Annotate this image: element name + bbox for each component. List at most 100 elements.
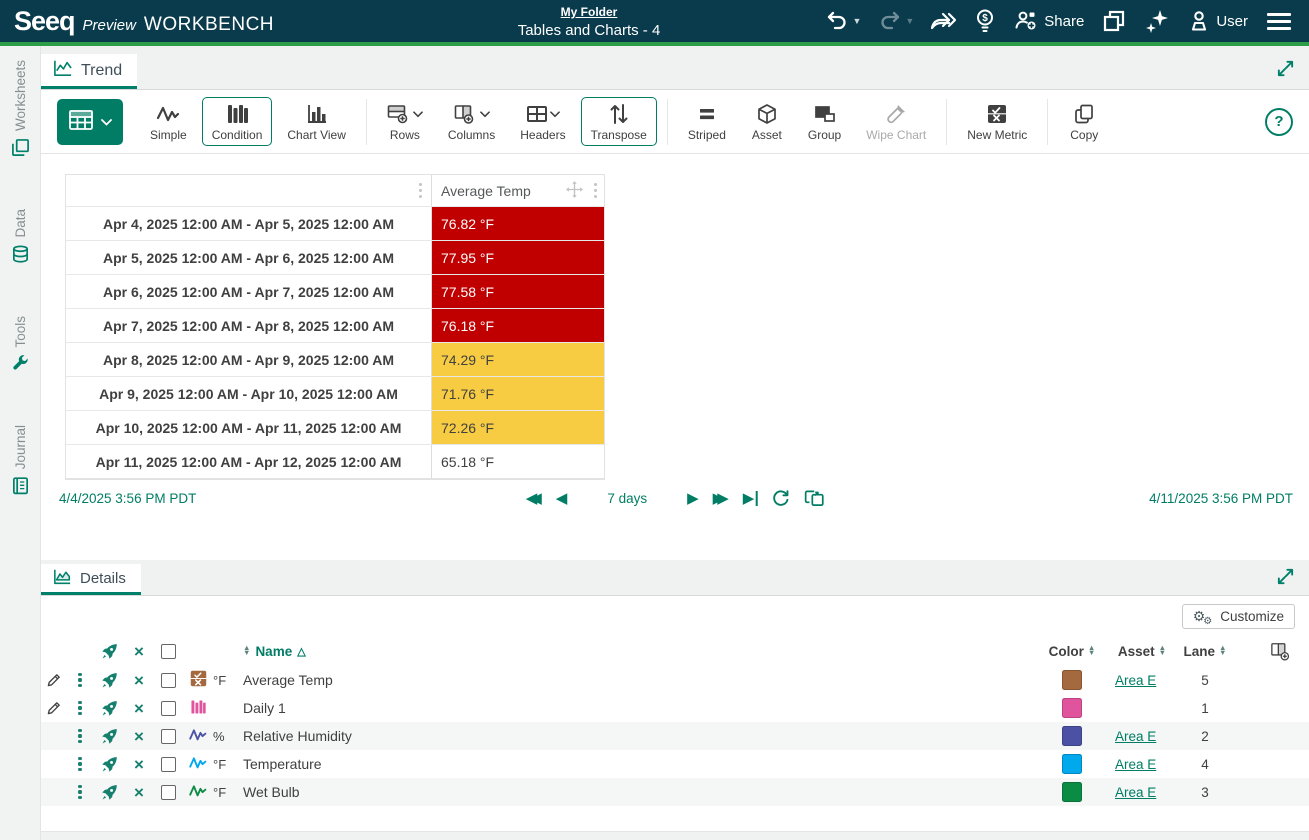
toolbar-headers-button[interactable]: Headers — [510, 97, 575, 146]
remove-item-icon[interactable]: × — [134, 700, 144, 717]
rail-item-journal[interactable]: Journal — [11, 425, 30, 495]
ai-assistant-button[interactable] — [1144, 8, 1170, 34]
hamburger-menu-button[interactable] — [1265, 11, 1293, 32]
rail-item-data[interactable]: Data — [11, 209, 30, 264]
rocket-icon[interactable] — [101, 784, 118, 801]
rail-item-tools[interactable]: Tools — [11, 316, 30, 374]
toolbar-wipe-chart-button[interactable]: Wipe Chart — [856, 97, 936, 146]
capsule-range-cell: Apr 6, 2025 12:00 AM - Apr 7, 2025 12:00… — [66, 275, 432, 308]
rocket-icon[interactable] — [101, 756, 118, 773]
refresh-icon[interactable] — [771, 489, 789, 507]
step-to-now-button[interactable]: ▶ — [743, 490, 758, 506]
item-name[interactable]: Daily 1 — [243, 700, 1037, 716]
lane-column-header[interactable]: Lane ▲ ▼ — [1177, 644, 1233, 659]
toolbar-condition-button[interactable]: Condition — [201, 97, 273, 146]
toolbar-chart-view-button[interactable]: Chart View — [277, 97, 355, 146]
sort-icon[interactable]: ▲ ▼ — [1088, 644, 1095, 656]
toolbar-rows-button[interactable]: Rows — [377, 97, 433, 146]
color-swatch[interactable] — [1062, 754, 1082, 774]
kebab-menu-icon[interactable] — [75, 698, 84, 719]
trend-expand-button[interactable] — [1276, 59, 1295, 81]
move-handle-icon[interactable] — [565, 180, 583, 201]
kebab-menu-icon[interactable] — [416, 180, 425, 201]
redo-button[interactable]: ▼ — [878, 9, 914, 33]
item-name[interactable]: Relative Humidity — [243, 728, 1037, 744]
sort-icon[interactable]: ▲ ▼ — [243, 644, 250, 656]
worksheets-overview-button[interactable] — [1101, 8, 1127, 34]
range-start-datetime[interactable]: 4/4/2025 3:56 PM PDT — [41, 491, 196, 506]
toolbar-asset-button[interactable]: Asset — [741, 97, 793, 146]
rocket-icon[interactable] — [101, 728, 118, 745]
remove-all-icon[interactable]: × — [134, 643, 144, 660]
remove-item-icon[interactable]: × — [134, 728, 144, 745]
row-checkbox[interactable] — [160, 784, 176, 800]
item-name[interactable]: Average Temp — [243, 672, 1037, 688]
color-column-header[interactable]: Color ▲ ▼ — [1037, 644, 1107, 659]
help-button[interactable]: ? — [1265, 107, 1293, 136]
details-row-temperature: × °F Temperature Area E 4 — [41, 750, 1309, 778]
seeq-logo[interactable]: Seeq Preview WORKBENCH — [0, 6, 274, 37]
asset-link[interactable]: Area E — [1115, 757, 1156, 772]
sort-icon[interactable]: ▲ ▼ — [1219, 644, 1226, 656]
duplicate-range-icon[interactable] — [803, 489, 824, 508]
customize-button[interactable]: ⚙⚙ Customize — [1181, 603, 1295, 629]
remove-item-icon[interactable]: × — [134, 756, 144, 773]
toolbar-simple-button[interactable]: Simple — [140, 97, 197, 146]
add-column-icon[interactable] — [1270, 642, 1291, 661]
edit-pencil-icon[interactable] — [46, 672, 62, 688]
forward-share-button[interactable] — [931, 9, 957, 33]
row-checkbox[interactable] — [160, 672, 176, 688]
tab-trend[interactable]: Trend — [41, 54, 138, 89]
row-checkbox[interactable] — [160, 756, 176, 772]
trend-panel: Trend Simple Condition Chart View Rows C… — [41, 46, 1309, 560]
asset-link[interactable]: Area E — [1115, 673, 1156, 688]
tab-details[interactable]: Details — [41, 564, 141, 595]
remove-item-icon[interactable]: × — [134, 672, 144, 689]
toolbar-striped-button[interactable]: Striped — [678, 97, 736, 146]
item-name[interactable]: Temperature — [243, 756, 1037, 772]
kebab-menu-icon[interactable] — [591, 180, 600, 201]
item-name[interactable]: Wet Bulb — [243, 784, 1037, 800]
details-expand-button[interactable] — [1276, 567, 1295, 589]
undo-button[interactable]: ▼ — [825, 9, 861, 33]
row-checkbox[interactable] — [160, 728, 176, 744]
rail-item-worksheets[interactable]: Worksheets — [11, 60, 30, 157]
toolbar-columns-button[interactable]: Columns — [438, 97, 505, 146]
name-column-header[interactable]: ▲ ▼ Name △ — [243, 644, 1037, 659]
toolbar-copy-button[interactable]: Copy — [1058, 97, 1110, 146]
step-back-half-button[interactable]: ◀ — [556, 491, 568, 506]
range-duration[interactable]: 7 days — [607, 491, 647, 506]
step-forward-full-button[interactable]: ▶▶ — [713, 491, 729, 506]
color-swatch[interactable] — [1062, 726, 1082, 746]
user-menu-button[interactable]: User — [1187, 9, 1248, 33]
share-button[interactable]: Share — [1013, 9, 1084, 33]
color-swatch[interactable] — [1062, 670, 1082, 690]
kebab-menu-icon[interactable] — [75, 726, 84, 747]
asset-link[interactable]: Area E — [1115, 729, 1156, 744]
toolbar-group-button[interactable]: Group — [798, 97, 851, 146]
breadcrumb-my-folder[interactable]: My Folder — [561, 5, 618, 19]
rocket-icon[interactable] — [101, 672, 118, 689]
kebab-menu-icon[interactable] — [75, 754, 84, 775]
range-end-datetime[interactable]: 4/11/2025 3:56 PM PDT — [1149, 491, 1309, 506]
table-view-dropdown-button[interactable] — [57, 98, 123, 145]
rocket-icon[interactable] — [101, 700, 118, 717]
toolbar-new-metric-button[interactable]: New Metric — [957, 97, 1037, 146]
asset-column-header[interactable]: Asset ▲ ▼ — [1107, 644, 1177, 659]
select-all-checkbox[interactable] — [160, 643, 176, 659]
remove-item-icon[interactable]: × — [134, 784, 144, 801]
step-forward-half-button[interactable]: ▶ — [687, 491, 699, 506]
kebab-menu-icon[interactable] — [75, 670, 84, 691]
asset-link[interactable]: Area E — [1115, 785, 1156, 800]
value-column-header[interactable]: Average Temp — [432, 175, 604, 206]
step-back-full-button[interactable]: ◀◀ — [526, 491, 542, 506]
color-swatch[interactable] — [1062, 782, 1082, 802]
edit-pencil-icon[interactable] — [46, 700, 62, 716]
rocket-icon[interactable] — [101, 643, 118, 660]
kebab-menu-icon[interactable] — [75, 782, 84, 803]
toolbar-transpose-button[interactable]: Transpose — [580, 97, 657, 146]
sort-icon[interactable]: ▲ ▼ — [1159, 644, 1166, 656]
color-swatch[interactable] — [1062, 698, 1082, 718]
row-checkbox[interactable] — [160, 700, 176, 716]
value-capture-button[interactable]: $ — [974, 8, 996, 34]
